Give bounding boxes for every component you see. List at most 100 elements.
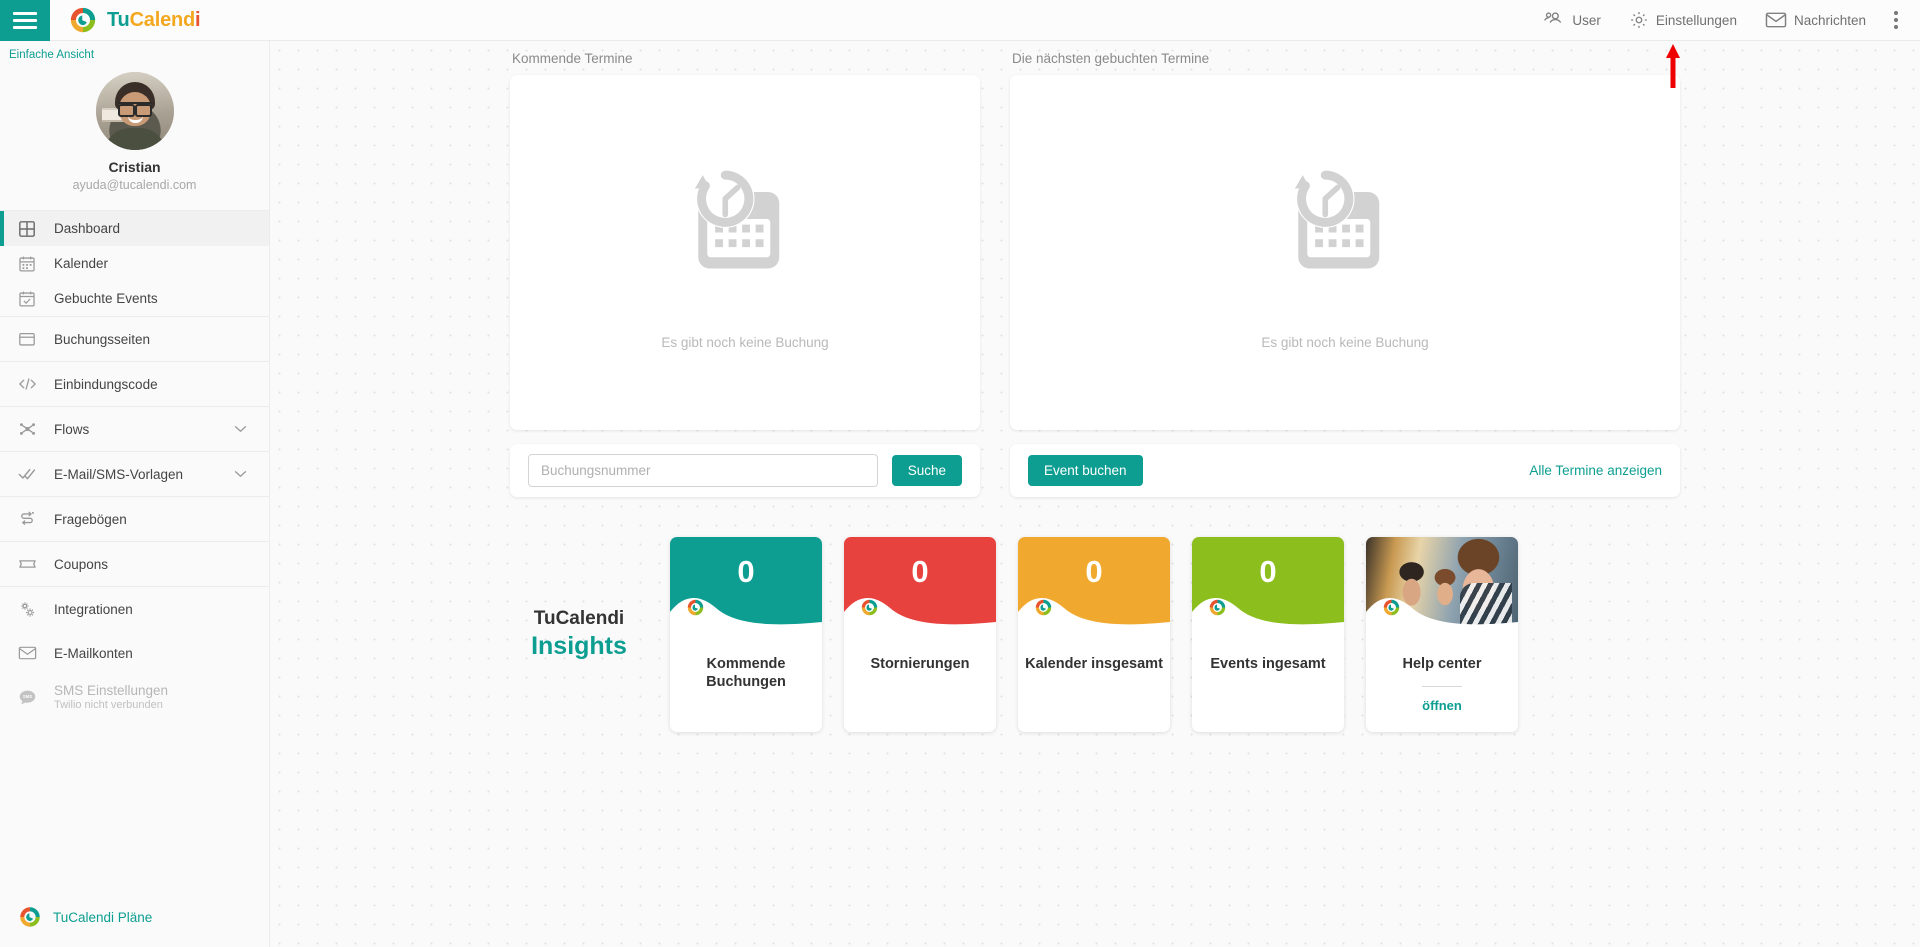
header-item-nachrichten[interactable]: Nachrichten — [1751, 0, 1880, 41]
insights-title-line1: TuCalendi — [533, 608, 625, 629]
booked-actions-card: Event buchen Alle Termine anzeigen — [1010, 444, 1680, 497]
insights-title-line2: Insights — [531, 632, 627, 660]
help-center-open-link[interactable]: öffnen — [1422, 698, 1462, 713]
sidebar-item-coupons-label: Coupons — [54, 556, 109, 572]
chevron-down-icon-2[interactable] — [234, 465, 247, 483]
top-header: TuCalendi User Einstellungen Nachrichten — [0, 0, 1920, 41]
chevron-down-icon[interactable] — [234, 420, 247, 438]
tucalendi-logo-icon-stat-5 — [1383, 599, 1400, 616]
sidebar-item-buchungsseiten[interactable]: Buchungsseiten — [0, 317, 269, 361]
sidebar-item-tucalendi-plane-label: TuCalendi Pläne — [53, 909, 153, 925]
booked-empty-text: Es gibt noch keine Buchung — [1261, 334, 1429, 350]
sidebar-item-gebuchte-events[interactable]: Gebuchte Events — [0, 281, 269, 316]
booked-panel-title: Die nächsten gebuchten Termine — [1012, 51, 1210, 66]
grid-icon — [18, 220, 44, 238]
sidebar-item-flows[interactable]: Flows — [0, 407, 269, 451]
sidebar-item-sms-einstellungen[interactable]: SMS SMS Einstellungen Twilio nicht verbu… — [0, 675, 269, 719]
sidebar-item-integrationen-label: Integrationen — [54, 601, 133, 617]
brand-part-tu: Tu — [107, 8, 130, 31]
hamburger-menu-icon[interactable] — [0, 0, 50, 41]
sidebar-item-einbindungscode[interactable]: Einbindungscode — [0, 362, 269, 406]
sidebar-item-buchungsseiten-label: Buchungsseiten — [54, 331, 151, 347]
header-item-nachrichten-label: Nachrichten — [1793, 12, 1866, 28]
sidebar-item-dashboard-label: Dashboard — [54, 221, 121, 236]
sidebar-item-gebuchte-events-label: Gebuchte Events — [54, 291, 158, 306]
nav-group-3: Einbindungscode — [0, 361, 269, 406]
stat-card-stornierungen[interactable]: 0 Stornierungen — [844, 537, 996, 732]
sidebar-item-sms-sublabel: Twilio nicht verbunden — [54, 698, 163, 711]
svg-text:SMS: SMS — [23, 694, 32, 699]
nav-group-1: Dashboard Kalender Gebuchte Events — [0, 210, 269, 316]
tucalendi-logo-icon-2 — [20, 907, 40, 927]
brand-logo[interactable]: TuCalendi — [68, 5, 201, 35]
gears-icon — [18, 600, 44, 619]
simple-view-label[interactable]: Einfache Ansicht — [0, 41, 269, 61]
search-button[interactable]: Suche — [891, 455, 962, 486]
brand-part-i: i — [195, 8, 201, 31]
nav-group-6: Fragebögen — [0, 496, 269, 541]
sidebar-item-integrationen[interactable]: Integrationen — [0, 587, 269, 631]
stat-card-4-label: Events ingesamt — [1210, 656, 1326, 672]
stat-card-2-label: Stornierungen — [870, 656, 970, 672]
sidebar-item-fragebogen[interactable]: Fragebögen — [0, 497, 269, 541]
insights-cards: 0 Kommende Buchungen 0 Stornierungen 0 K… — [670, 537, 1518, 732]
sidebar-item-emailkonten[interactable]: E-Mailkonten — [0, 631, 269, 675]
sidebar-item-dashboard[interactable]: Dashboard — [0, 211, 269, 246]
double-check-icon — [18, 465, 44, 483]
nav-group-7: Coupons — [0, 541, 269, 586]
sidebar-item-kalender[interactable]: Kalender — [0, 246, 269, 281]
stat-card-1-body: Kommende Buchungen — [670, 629, 822, 732]
help-center-divider — [1422, 686, 1462, 687]
stat-card-3-label: Kalender insgesamt — [1025, 656, 1163, 672]
stat-card-events-ingesamt[interactable]: 0 Events ingesamt — [1192, 537, 1344, 732]
sidebar-item-sms-einstellungen-label: SMS Einstellungen — [54, 682, 169, 698]
sidebar-profile: Cristian ayuda@tucalendi.com — [0, 61, 269, 210]
help-center-image — [1366, 537, 1518, 630]
nav-group-2: Buchungsseiten — [0, 316, 269, 361]
sidebar-item-email-sms-vorlagen[interactable]: E-Mail/SMS-Vorlagen — [0, 452, 269, 496]
sidebar-item-emailkonten-label: E-Mailkonten — [54, 645, 133, 661]
profile-name: Cristian — [108, 159, 161, 175]
red-up-arrow-annotation — [1666, 44, 1680, 88]
stat-card-1-top: 0 — [670, 537, 822, 630]
help-center-body: Help center öffnen — [1366, 629, 1518, 732]
stat-card-2-value: 0 — [911, 554, 929, 589]
sidebar-item-email-sms-vorlagen-label: E-Mail/SMS-Vorlagen — [54, 466, 184, 482]
nav-group-4: Flows — [0, 406, 269, 451]
stat-card-4-body: Events ingesamt — [1192, 629, 1344, 732]
calendar-icon — [18, 255, 44, 273]
stat-card-4-value: 0 — [1259, 554, 1277, 589]
gear-icon — [1631, 12, 1647, 28]
view-all-appointments-link[interactable]: Alle Termine anzeigen — [1529, 463, 1662, 478]
tucalendi-logo-icon-stat-1 — [687, 599, 704, 616]
sidebar-item-sms-text: SMS Einstellungen Twilio nicht verbunden — [54, 682, 169, 711]
help-center-card[interactable]: Help center öffnen — [1366, 537, 1518, 732]
sidebar-item-kalender-label: Kalender — [54, 256, 109, 271]
header-item-einstellungen[interactable]: Einstellungen — [1615, 0, 1751, 41]
sidebar-item-einbindungscode-label: Einbindungscode — [54, 376, 158, 392]
book-event-button[interactable]: Event buchen — [1028, 455, 1143, 486]
stat-card-3-body: Kalender insgesamt — [1018, 629, 1170, 732]
upcoming-panel-title: Kommende Termine — [512, 51, 633, 66]
header-item-user-label: User — [1572, 12, 1601, 28]
sidebar-item-flows-label: Flows — [54, 421, 90, 437]
kebab-menu-icon[interactable] — [1880, 11, 1908, 29]
header-item-user[interactable]: User — [1529, 0, 1615, 41]
main-content: Kommende Termine Es gibt noch keine Buch… — [270, 41, 1920, 947]
envelope-icon — [1765, 12, 1787, 28]
sidebar-item-coupons[interactable]: Coupons — [0, 542, 269, 586]
stat-card-kalender-insgesamt[interactable]: 0 Kalender insgesamt — [1018, 537, 1170, 732]
sms-bubble-icon: SMS — [18, 688, 44, 706]
booked-appointments-panel: Die nächsten gebuchten Termine Es gibt n… — [1010, 51, 1680, 497]
sidebar-item-tucalendi-plane[interactable]: TuCalendi Pläne — [0, 905, 269, 947]
booking-number-input[interactable] — [528, 454, 878, 487]
code-icon — [18, 375, 44, 393]
stat-card-kommende-buchungen[interactable]: 0 Kommende Buchungen — [670, 537, 822, 732]
tucalendi-logo-icon-stat-3 — [1035, 599, 1052, 616]
stat-card-1-value: 0 — [737, 554, 755, 589]
brand-part-calend: Calend — [129, 8, 196, 31]
stat-card-1-label: Kommende Buchungen — [706, 656, 786, 690]
users-icon — [1544, 12, 1562, 23]
tucalendi-logo-icon — [70, 7, 96, 33]
stat-card-3-value: 0 — [1085, 554, 1103, 589]
